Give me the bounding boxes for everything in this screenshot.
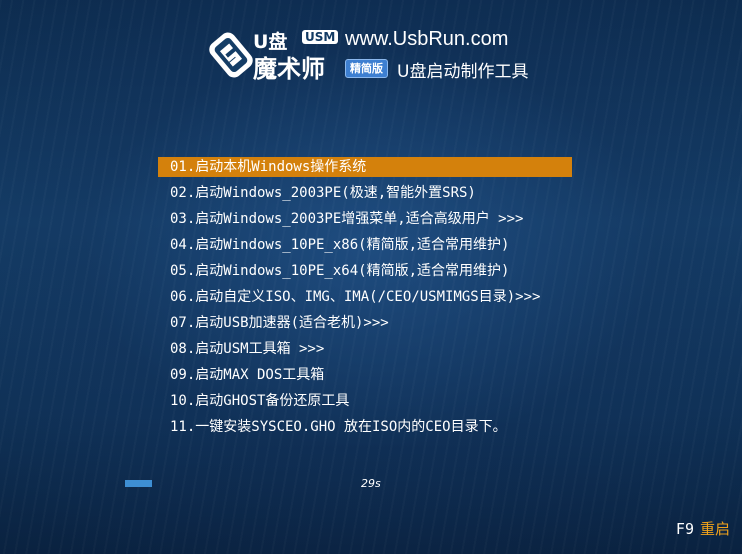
countdown-timer: 29s (361, 477, 381, 490)
site-url: www.UsbRun.com (345, 28, 509, 50)
countdown-progress-fill (125, 480, 153, 487)
menu-item-03[interactable]: 03.启动Windows_2003PE增强菜单,适合高级用户 >>> (158, 209, 572, 229)
menu-item-10[interactable]: 10.启动GHOST备份还原工具 (158, 391, 572, 411)
menu-item-02[interactable]: 02.启动Windows_2003PE(极速,智能外置SRS) (158, 183, 572, 203)
edition-badge: 精简版 (345, 59, 388, 78)
menu-item-04[interactable]: 04.启动Windows_10PE_x86(精简版,适合常用维护) (158, 235, 572, 255)
reboot-label: 重启 (699, 520, 730, 538)
menu-item-01[interactable]: 01.启动本机Windows操作系统 (158, 157, 572, 177)
menu-item-06[interactable]: 06.启动自定义ISO、IMG、IMA(/CEO/USMIMGS目录)>>> (158, 287, 572, 307)
brand-header: U盘 USM 魔术师 www.UsbRun.com 精简版 U盘启动制作工具 (205, 25, 545, 83)
boot-menu: 01.启动本机Windows操作系统 02.启动Windows_2003PE(极… (158, 157, 572, 443)
logo-name-text: 魔术师 (253, 55, 325, 83)
menu-item-07[interactable]: 07.启动USB加速器(适合老机)>>> (158, 313, 572, 333)
usm-logo-icon (209, 32, 253, 78)
menu-item-11[interactable]: 11.一键安装SYSCEO.GHO 放在ISO内的CEO目录下。 (158, 417, 572, 437)
reboot-key: F9 (675, 520, 694, 538)
menu-item-05[interactable]: 05.启动Windows_10PE_x64(精简版,适合常用维护) (158, 261, 572, 281)
tagline: U盘启动制作工具 (397, 62, 529, 82)
menu-item-08[interactable]: 08.启动USM工具箱 >>> (158, 339, 572, 359)
reboot-hint[interactable]: F9 重启 (676, 518, 730, 539)
menu-item-09[interactable]: 09.启动MAX DOS工具箱 (158, 365, 572, 385)
logo-usm-badge: USM (302, 30, 339, 44)
